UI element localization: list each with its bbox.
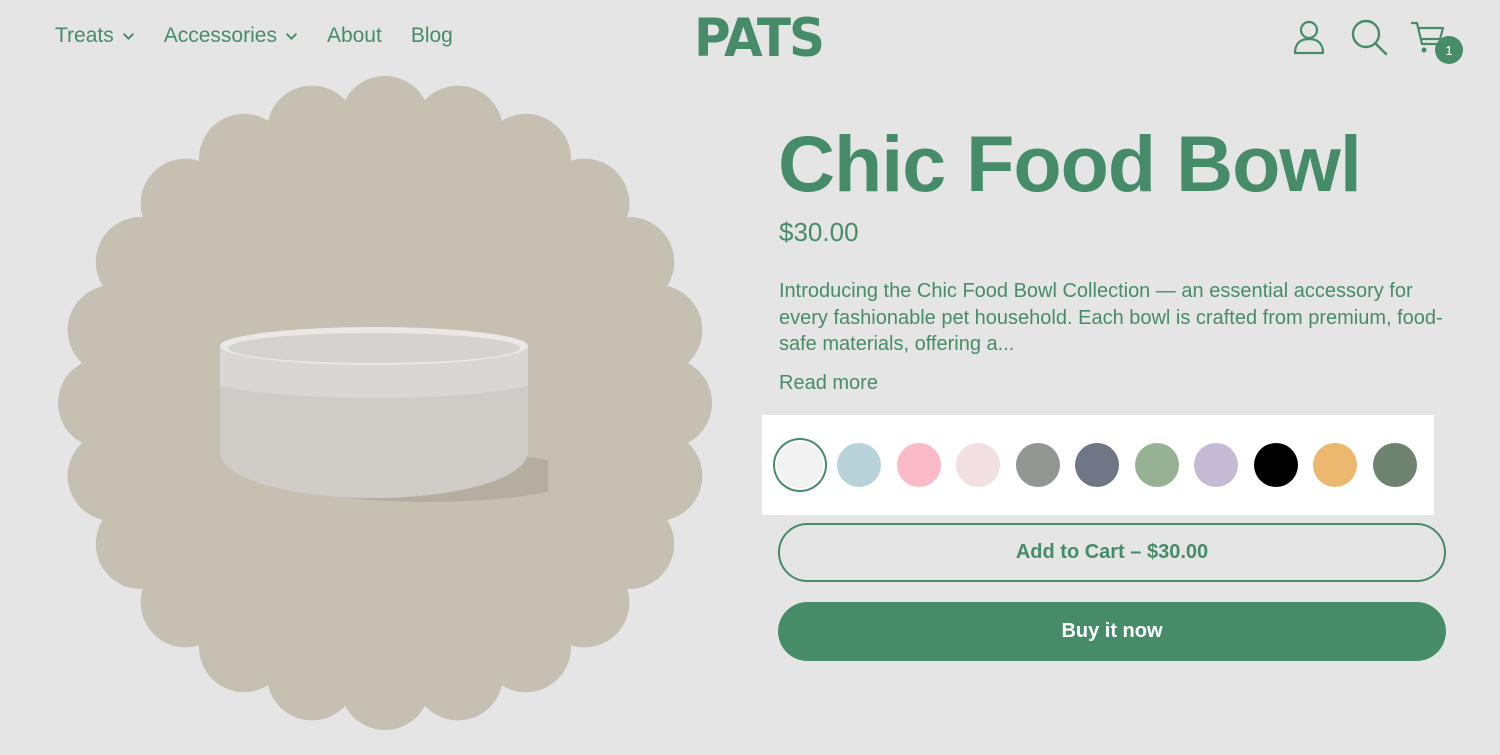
product-title: Chic Food Bowl [778,119,1362,208]
read-more-link[interactable]: Read more [779,372,878,395]
account-button[interactable] [1290,18,1328,56]
nav-item-treats[interactable]: Treats [55,24,135,48]
cart-count-badge: 1 [1435,36,1463,64]
nav-item-label: About [326,24,382,47]
nav-item-blog[interactable]: Blog [411,24,453,48]
nav-item-accessories[interactable]: Accessories [164,24,298,48]
product-price: $30.00 [779,217,859,247]
color-swatch[interactable] [1075,443,1119,487]
buy-now-button[interactable]: Buy it now [778,602,1446,661]
main-nav: Treats Accessories About Blog [55,24,482,48]
chevron-down-icon [122,32,134,40]
nav-item-about[interactable]: About [327,24,382,48]
header-icons: 1 [1290,18,1470,64]
bowl-image [220,327,548,502]
cart-button[interactable]: 1 [1410,18,1463,64]
product-image [58,76,712,730]
color-swatch[interactable] [777,442,823,488]
nav-item-label: Treats [55,24,114,47]
site-logo[interactable]: PATS [694,9,825,68]
search-icon [1351,19,1388,56]
color-swatch[interactable] [896,443,941,487]
color-swatch[interactable] [956,443,1000,487]
nav-item-label: Accessories [163,24,277,47]
add-to-cart-button[interactable]: Add to Cart – $30.00 [778,523,1446,582]
nav-item-label: Blog [410,24,453,47]
chevron-down-icon [286,32,297,40]
color-swatch[interactable] [1194,443,1238,487]
color-swatch[interactable] [1372,443,1417,487]
color-swatch[interactable] [1015,443,1060,487]
color-swatch[interactable] [1253,443,1298,487]
color-swatch[interactable] [1313,443,1357,487]
product-description: Introducing the Chic Food Bowl Collectio… [779,280,1443,355]
color-swatches [762,415,1434,515]
color-swatch[interactable] [837,443,881,487]
user-icon [1293,20,1325,55]
search-button[interactable] [1350,18,1388,56]
color-swatch[interactable] [1134,443,1179,487]
